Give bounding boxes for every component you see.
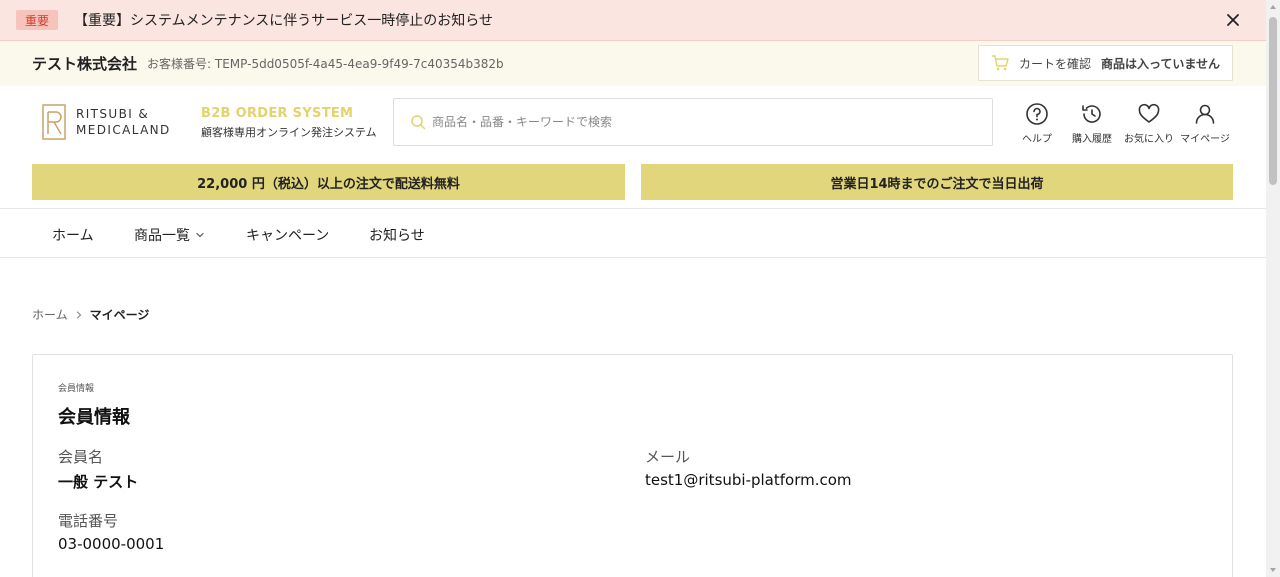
member-name-label: 会員名 [58,448,104,466]
email-value: test1@ritsubi-platform.com [645,471,852,489]
mypage-label: マイページ [1180,134,1230,145]
system-subtitle: 顧客様専用オンライン発注システム [201,126,377,139]
cart-label: カートを確認 [1019,56,1092,71]
nav-products[interactable]: 商品一覧 [134,225,205,245]
cart-icon [992,55,1009,71]
breadcrumb-current: マイページ [89,308,150,322]
card-title: 会員情報 [58,407,130,428]
logo-text: RITSUBI & MEDICALAND [76,106,171,138]
purchase-history-button[interactable]: 購入履歴 [1064,102,1120,145]
system-title: B2B ORDER SYSTEM [201,106,354,121]
chevron-down-icon [196,232,204,238]
breadcrumb-home[interactable]: ホーム [32,306,68,323]
nav-home-label: ホーム [52,228,94,244]
main-nav: ホーム 商品一覧 キャンペーン お知らせ [0,208,1266,258]
page-scrollbar[interactable] [1266,0,1280,577]
scroll-down-arrow-icon[interactable] [1269,566,1277,574]
user-icon [1195,104,1215,124]
system-title-block: B2B ORDER SYSTEM 顧客様専用オンライン発注システム [201,106,377,140]
mypage-button[interactable]: マイページ [1177,102,1233,145]
scroll-up-arrow-icon[interactable] [1269,3,1277,11]
history-icon [1082,105,1101,123]
email-label: メール [645,448,691,466]
favorites-button[interactable]: お気に入り [1121,102,1177,145]
phone-value: 03-0000-0001 [58,535,165,553]
scrollbar-thumb[interactable] [1269,17,1277,185]
alert-message[interactable]: 【重要】システムメンテナンスに伴うサービス一時停止のお知らせ [74,10,493,30]
account-bar: テスト株式会社 お客様番号: TEMP-5dd0505f-4a45-4ea9-9… [0,41,1266,86]
card-eyebrow: 会員情報 [58,384,95,394]
favorites-label: お気に入り [1124,134,1174,145]
nav-home[interactable]: ホーム [52,225,94,245]
help-icon [1026,103,1048,125]
member-name-value: 一般 テスト [58,473,139,491]
nav-products-label: 商品一覧 [134,228,190,244]
search-input[interactable] [432,115,972,129]
nav-news[interactable]: お知らせ [369,225,425,245]
close-icon[interactable] [1224,11,1242,29]
alert-badge: 重要 [16,10,58,30]
member-info-card: 会員情報 会員情報 会員名 一般 テスト メール test1@ritsubi-p… [32,354,1233,577]
help-button[interactable]: ヘルプ [1009,102,1065,145]
same-day-shipping-banner: 営業日14時までのご注文で当日出荷 [641,164,1233,200]
customer-number: お客様番号: TEMP-5dd0505f-4a45-4ea9-9f49-7c40… [147,57,504,71]
free-shipping-banner: 22,000 円（税込）以上の注文で配送料無料 [32,164,625,200]
nav-campaign-label: キャンペーン [246,228,330,244]
breadcrumb: ホーム マイページ [32,306,149,323]
help-label: ヘルプ [1022,134,1052,145]
nav-campaign[interactable]: キャンペーン [246,225,329,245]
phone-label: 電話番号 [58,512,119,530]
site-logo[interactable]: RITSUBI & MEDICALAND [42,104,171,140]
history-label: 購入履歴 [1072,134,1112,145]
nav-news-label: お知らせ [369,228,425,244]
site-header: RITSUBI & MEDICALAND B2B ORDER SYSTEM 顧客… [0,86,1266,164]
logo-mark-icon [42,104,66,140]
company-name: テスト株式会社 [32,55,138,73]
chevron-right-icon [76,310,81,319]
search-icon [411,115,426,130]
cart-status: 商品は入っていません [1101,56,1221,71]
logo-line-2: MEDICALAND [76,123,171,137]
heart-icon [1138,103,1160,123]
logo-line-1: RITSUBI & [76,107,150,121]
cart-button[interactable]: カートを確認 商品は入っていません [978,45,1233,81]
maintenance-alert-bar: 重要 【重要】システムメンテナンスに伴うサービス一時停止のお知らせ [0,0,1266,41]
search-box [393,98,993,146]
